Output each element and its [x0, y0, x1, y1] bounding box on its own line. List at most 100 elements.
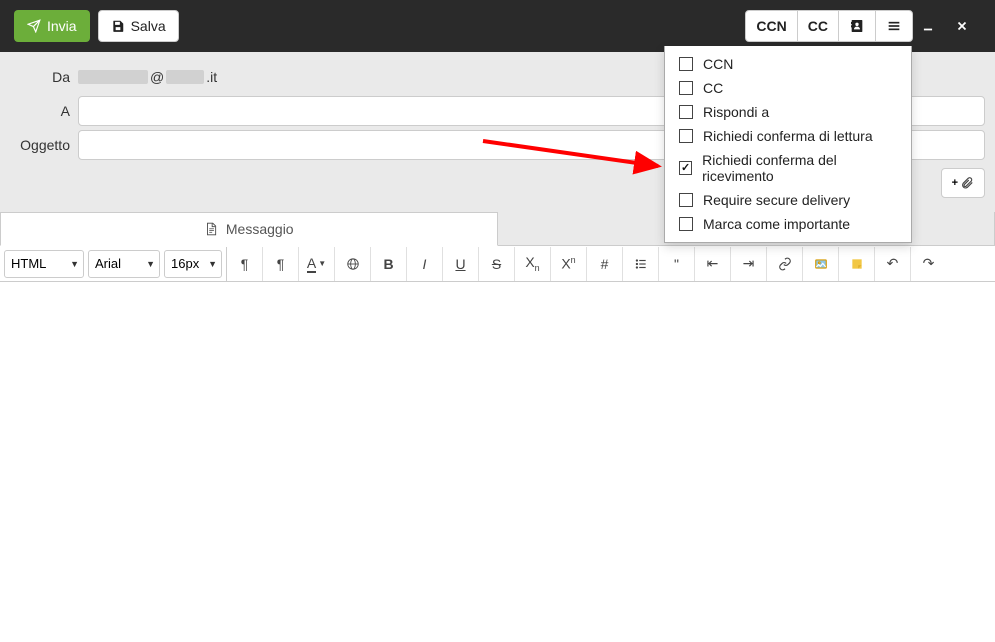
menu-item-label: Require secure delivery	[703, 192, 850, 208]
editor-body[interactable]	[0, 282, 995, 642]
quote-icon: "	[674, 256, 679, 272]
address-book-button[interactable]	[838, 10, 876, 42]
link-icon	[778, 257, 792, 271]
italic-icon: I	[423, 256, 427, 272]
font-select-value: Arial	[95, 256, 121, 271]
align-icon: ¶	[241, 256, 249, 272]
plus-icon: +	[952, 177, 958, 189]
strike-button[interactable]: S	[478, 247, 514, 281]
minimize-button[interactable]	[921, 19, 947, 33]
size-select-value: 16px	[171, 256, 199, 271]
chevron-down-icon: ▼	[318, 259, 326, 268]
underline-icon: U	[455, 256, 465, 272]
paperclip-icon	[960, 176, 974, 190]
add-attachment-button[interactable]: +	[941, 168, 985, 198]
cc-label: CC	[808, 18, 828, 34]
format-select[interactable]: HTML ▼	[4, 250, 84, 278]
checkbox-icon	[679, 129, 693, 143]
menu-item-ccn[interactable]: CCN	[665, 52, 911, 76]
superscript-icon: Xn	[561, 255, 575, 272]
menu-item-cc[interactable]: CC	[665, 76, 911, 100]
chevron-down-icon: ▼	[208, 259, 217, 269]
format-select-value: HTML	[11, 256, 46, 271]
pilcrow-icon: ¶	[277, 256, 285, 272]
menu-item-delivery-receipt[interactable]: Richiedi conferma del ricevimento	[665, 148, 911, 188]
menu-item-label: CCN	[703, 56, 733, 72]
more-options-button[interactable]	[875, 10, 913, 42]
bold-icon: B	[383, 256, 393, 272]
indent-left-icon: ⇤	[707, 255, 719, 272]
send-label: Invia	[47, 18, 77, 34]
bold-button[interactable]: B	[370, 247, 406, 281]
undo-button[interactable]: ↶	[874, 247, 910, 281]
indent-left-button[interactable]: ⇤	[694, 247, 730, 281]
send-button[interactable]: Invia	[14, 10, 90, 42]
chevron-down-icon: ▼	[70, 259, 79, 269]
font-select[interactable]: Arial ▼	[88, 250, 160, 278]
menu-item-important[interactable]: Marca come importante	[665, 212, 911, 236]
menu-item-label: CC	[703, 80, 723, 96]
paragraph-button[interactable]: ¶	[262, 247, 298, 281]
image-icon	[814, 257, 828, 271]
menu-item-reply-to[interactable]: Rispondi a	[665, 100, 911, 124]
save-button[interactable]: Salva	[98, 10, 179, 42]
at-sign: @	[150, 69, 164, 85]
checkbox-icon	[679, 81, 693, 95]
floppy-icon	[111, 19, 125, 33]
indent-right-icon: ⇥	[743, 255, 755, 272]
options-menu: CCN CC Rispondi a Richiedi conferma di l…	[664, 46, 912, 243]
underline-button[interactable]: U	[442, 247, 478, 281]
size-select[interactable]: 16px ▼	[164, 250, 222, 278]
menu-item-label: Marca come importante	[703, 216, 850, 232]
globe-icon	[346, 257, 360, 271]
close-button[interactable]	[955, 19, 981, 33]
document-icon	[204, 222, 218, 236]
hash-icon: #	[601, 256, 609, 272]
strike-icon: S	[492, 256, 501, 272]
menu-item-secure-delivery[interactable]: Require secure delivery	[665, 188, 911, 212]
sticky-note-icon	[850, 257, 864, 271]
save-label: Salva	[131, 18, 166, 34]
checkbox-checked-icon	[679, 161, 692, 175]
font-color-button[interactable]: A▼	[298, 247, 334, 281]
header-options-group: CCN CC	[745, 10, 913, 42]
address-book-icon	[849, 18, 865, 34]
note-button[interactable]	[838, 247, 874, 281]
superscript-button[interactable]: Xn	[550, 247, 586, 281]
from-label: Da	[10, 69, 70, 85]
tab-message-label: Messaggio	[226, 221, 294, 237]
globe-button[interactable]	[334, 247, 370, 281]
editor-toolbar: HTML ▼ Arial ▼ 16px ▼ ¶ ¶ A▼ B I U S Xn …	[0, 246, 995, 282]
paper-plane-icon	[27, 19, 41, 33]
checkbox-icon	[679, 105, 693, 119]
indent-right-button[interactable]: ⇥	[730, 247, 766, 281]
tab-message[interactable]: Messaggio	[0, 212, 498, 246]
align-button[interactable]: ¶	[226, 247, 262, 281]
font-color-icon: A	[307, 255, 316, 273]
from-value: @ .it	[78, 69, 217, 85]
menu-item-read-receipt[interactable]: Richiedi conferma di lettura	[665, 124, 911, 148]
ccn-button[interactable]: CCN	[745, 10, 797, 42]
ccn-label: CCN	[756, 18, 786, 34]
redo-button[interactable]: ↷	[910, 247, 946, 281]
subscript-button[interactable]: Xn	[514, 247, 550, 281]
menu-item-label: Richiedi conferma di lettura	[703, 128, 873, 144]
to-label: A	[10, 103, 70, 119]
image-button[interactable]	[802, 247, 838, 281]
subject-label: Oggetto	[10, 137, 70, 153]
top-toolbar: Invia Salva CCN CC	[0, 0, 995, 52]
checkbox-icon	[679, 57, 693, 71]
hash-button[interactable]: #	[586, 247, 622, 281]
redo-icon: ↷	[923, 255, 935, 272]
quote-button[interactable]: "	[658, 247, 694, 281]
subscript-icon: Xn	[525, 254, 539, 273]
italic-button[interactable]: I	[406, 247, 442, 281]
redacted-domain	[166, 70, 204, 84]
list-button[interactable]	[622, 247, 658, 281]
domain-suffix: .it	[206, 69, 217, 85]
cc-button[interactable]: CC	[797, 10, 839, 42]
menu-item-label: Richiedi conferma del ricevimento	[702, 152, 897, 184]
checkbox-icon	[679, 193, 693, 207]
list-icon	[634, 257, 648, 271]
link-button[interactable]	[766, 247, 802, 281]
